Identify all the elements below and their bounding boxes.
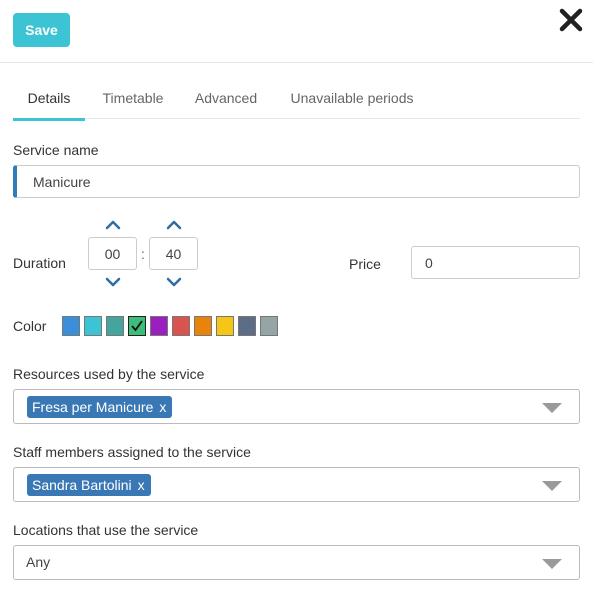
tab-bar: Details Timetable Advanced Unavailable p…	[13, 83, 580, 121]
color-swatch[interactable]	[216, 316, 234, 336]
tab-details[interactable]: Details	[13, 83, 85, 119]
color-swatch[interactable]	[238, 316, 256, 336]
staff-select[interactable]: Sandra Bartolini x	[13, 467, 580, 502]
resources-label: Resources used by the service	[13, 366, 205, 382]
duration-hours-input[interactable]	[88, 237, 137, 270]
chevron-down-icon[interactable]	[541, 402, 563, 414]
duration-minutes-input[interactable]	[149, 237, 198, 270]
header-divider	[0, 62, 593, 63]
check-icon	[131, 320, 143, 332]
active-tab-indicator	[13, 118, 85, 121]
color-swatch[interactable]	[172, 316, 190, 336]
color-label: Color	[13, 318, 47, 334]
duration-label: Duration	[13, 255, 66, 271]
tab-advanced[interactable]: Advanced	[187, 83, 265, 119]
resource-tag-remove-button[interactable]: x	[159, 399, 166, 415]
service-name-input[interactable]	[13, 165, 580, 198]
staff-tag: Sandra Bartolini x	[27, 474, 151, 496]
staff-label: Staff members assigned to the service	[13, 444, 251, 460]
duration-separator: :	[141, 246, 145, 262]
hours-decrement-icon[interactable]	[105, 277, 121, 287]
locations-label: Locations that use the service	[13, 522, 199, 538]
resource-tag-label: Fresa per Manicure	[32, 399, 154, 415]
save-button[interactable]: Save	[13, 13, 70, 47]
locations-select[interactable]: Any	[13, 545, 580, 580]
staff-tag-label: Sandra Bartolini	[32, 477, 132, 493]
price-input[interactable]	[411, 246, 580, 279]
service-name-label: Service name	[13, 142, 99, 158]
minutes-increment-icon[interactable]	[166, 220, 182, 230]
price-label: Price	[349, 256, 381, 272]
staff-tag-remove-button[interactable]: x	[138, 477, 145, 493]
color-swatch[interactable]	[128, 316, 146, 336]
close-icon[interactable]	[558, 7, 584, 33]
chevron-down-icon[interactable]	[541, 558, 563, 570]
chevron-down-icon[interactable]	[541, 480, 563, 492]
color-swatch[interactable]	[84, 316, 102, 336]
tab-unavailable-periods[interactable]: Unavailable periods	[283, 83, 421, 119]
color-swatch[interactable]	[62, 316, 80, 336]
resources-select[interactable]: Fresa per Manicure x	[13, 389, 580, 424]
color-swatch[interactable]	[194, 316, 212, 336]
tab-timetable[interactable]: Timetable	[97, 83, 169, 119]
color-swatch[interactable]	[106, 316, 124, 336]
locations-selected-value: Any	[26, 554, 51, 570]
hours-increment-icon[interactable]	[105, 220, 121, 230]
color-swatch[interactable]	[150, 316, 168, 336]
color-swatch[interactable]	[260, 316, 278, 336]
resource-tag: Fresa per Manicure x	[27, 396, 173, 418]
minutes-decrement-icon[interactable]	[166, 277, 182, 287]
